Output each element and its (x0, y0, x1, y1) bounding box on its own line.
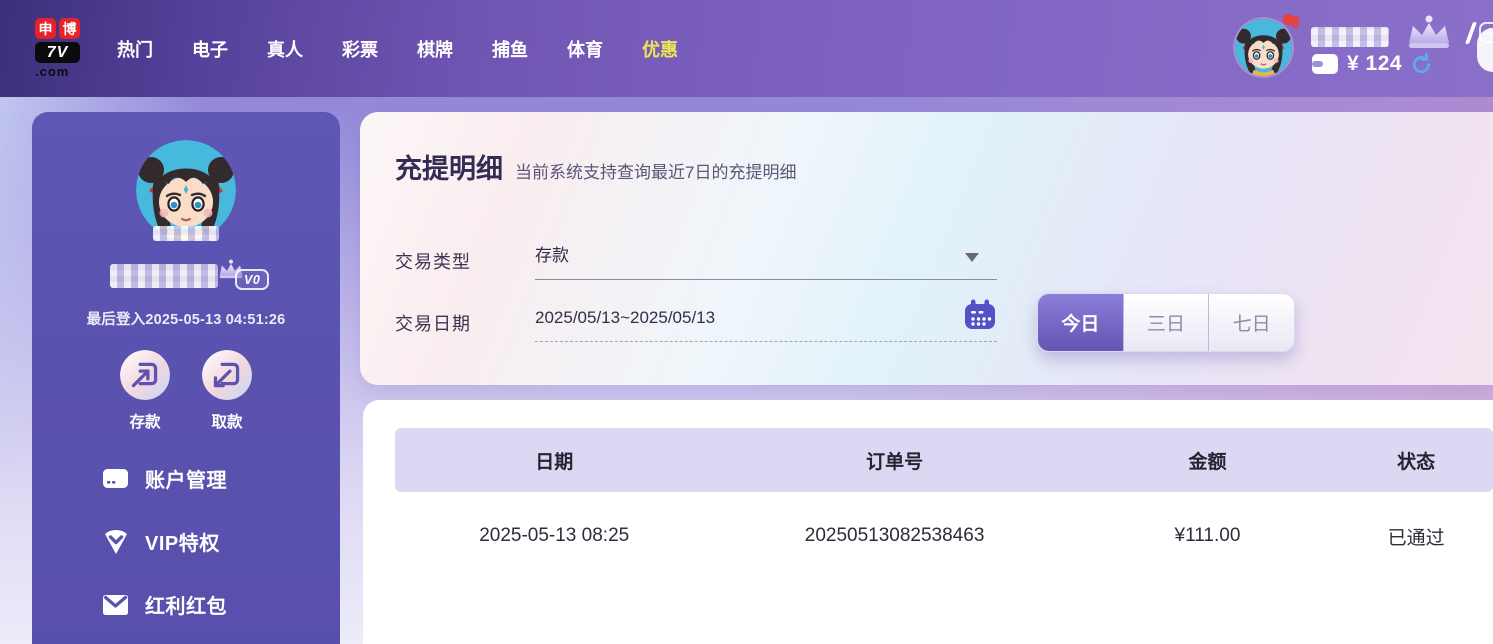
nav-item-live[interactable]: 真人 (267, 36, 303, 62)
sidebar-item-account-label: 账户管理 (145, 464, 227, 493)
balance-row: ¥ 124 (1311, 50, 1433, 78)
brand-tld: .com (35, 64, 113, 79)
nav-item-hot[interactable]: 热门 (117, 36, 153, 62)
balance-amount: ¥ 124 (1347, 52, 1402, 76)
transaction-type-label: 交易类型 (395, 248, 535, 274)
last-login-text: 最后登入2025-05-13 04:51:26 (32, 308, 340, 329)
sidebar-item-bonus-label: 红利红包 (145, 590, 227, 619)
sidebar-menu: 账户管理 VIP特权 红利红包 (102, 464, 227, 619)
cell-order-no: 20250513082538463 (713, 525, 1075, 547)
table-row: 2025-05-13 08:25 20250513082538463 ¥111.… (395, 492, 1493, 580)
sidebar-vip-level-badge: V0 (235, 269, 269, 290)
col-header-date: 日期 (395, 447, 713, 474)
sidebar-item-bonus[interactable]: 红利红包 (102, 590, 227, 619)
select-underline (535, 279, 997, 280)
cell-amount: ¥111.00 (1076, 525, 1340, 547)
withdraw-button[interactable]: 取款 (202, 350, 252, 432)
records-table-card: 日期 订单号 金额 状态 2025-05-13 08:25 2025051308… (363, 400, 1493, 644)
refresh-balance-button[interactable] (1410, 53, 1433, 76)
sidebar: V0 最后登入2025-05-13 04:51:26 存款 (32, 112, 340, 644)
transaction-type-row: 交易类型 存款 (395, 246, 997, 276)
transaction-date-value: 2025/05/13~2025/05/13 (535, 303, 997, 333)
date-range-button-group: 今日 三日 七日 (1037, 293, 1295, 352)
top-nav: 申 博 7V .com 热门 电子 真人 彩票 棋牌 捕鱼 体育 优惠 (0, 0, 1493, 97)
transaction-date-picker[interactable]: 2025/05/13~2025/05/13 (535, 303, 997, 343)
wallet-card-icon (102, 467, 129, 490)
col-header-order-no: 订单号 (713, 447, 1075, 474)
deposit-label: 存款 (129, 410, 160, 432)
sidebar-quick-actions: 存款 取款 (32, 350, 340, 432)
floating-widget-partial[interactable] (1477, 28, 1493, 72)
range-7day-button[interactable]: 七日 (1209, 294, 1294, 351)
page-header: 充提明细 当前系统支持查询最近7日的充提明细 (395, 147, 796, 186)
withdraw-label: 取款 (211, 410, 242, 432)
col-header-status: 状态 (1339, 447, 1493, 474)
username-redacted (1311, 27, 1389, 47)
table-header-row: 日期 订单号 金额 状态 (395, 428, 1493, 492)
nav-item-slots[interactable]: 电子 (192, 36, 228, 62)
brand-logo[interactable]: 申 博 7V .com (35, 18, 113, 79)
refresh-icon (1410, 53, 1433, 76)
sidebar-item-vip[interactable]: VIP特权 (102, 527, 227, 556)
sidebar-item-account[interactable]: 账户管理 (102, 464, 227, 493)
user-avatar[interactable] (1235, 19, 1292, 76)
cell-date: 2025-05-13 08:25 (395, 525, 713, 547)
header-user-cluster: V0 ¥ 124 (1193, 0, 1493, 97)
col-header-amount: 金额 (1076, 447, 1340, 474)
cell-status: 已通过 (1339, 523, 1493, 550)
main-nav: 热门 电子 真人 彩票 棋牌 捕鱼 体育 优惠 (117, 0, 678, 97)
sidebar-username-redacted (110, 264, 218, 288)
app-root: 申 博 7V .com 热门 电子 真人 彩票 棋牌 捕鱼 体育 优惠 (0, 0, 1493, 644)
red-packet-envelope-icon (102, 594, 129, 616)
nav-item-fishing[interactable]: 捕鱼 (492, 36, 528, 62)
vip-shield-icon (102, 529, 129, 555)
calendar-icon (963, 298, 997, 337)
page-title: 充提明细 (395, 147, 503, 186)
date-underline (535, 341, 997, 342)
nav-item-promos[interactable]: 优惠 (642, 36, 678, 62)
transaction-type-select[interactable]: 存款 (535, 241, 997, 281)
filter-card: 充提明细 当前系统支持查询最近7日的充提明细 交易类型 存款 交易日期 2025… (360, 112, 1493, 385)
notification-badge-icon (1292, 16, 1299, 28)
deposit-button[interactable]: 存款 (120, 350, 170, 432)
deposit-icon (120, 350, 170, 400)
transaction-date-label: 交易日期 (395, 310, 535, 336)
transaction-type-value: 存款 (535, 241, 997, 271)
transaction-date-row: 交易日期 2025/05/13~2025/05/13 (395, 308, 997, 338)
range-3day-button[interactable]: 三日 (1124, 294, 1210, 351)
vip-crown-icon (1395, 14, 1467, 50)
sidebar-avatar[interactable] (136, 140, 236, 240)
brand-badge-2: 博 (59, 18, 80, 39)
wallet-icon (1311, 53, 1339, 75)
withdraw-icon (202, 350, 252, 400)
nav-item-cards[interactable]: 棋牌 (417, 36, 453, 62)
nav-item-lottery[interactable]: 彩票 (342, 36, 378, 62)
nav-item-sports[interactable]: 体育 (567, 36, 603, 62)
sidebar-item-vip-label: VIP特权 (145, 527, 220, 556)
brand-badges: 申 博 (35, 18, 113, 39)
chevron-down-icon (965, 253, 979, 262)
page-subtitle: 当前系统支持查询最近7日的充提明细 (515, 158, 796, 183)
brand-badge-1: 申 (35, 18, 56, 39)
avatar-redacted-strip (153, 226, 219, 241)
brand-name: 7V (35, 42, 80, 63)
range-today-button[interactable]: 今日 (1038, 294, 1124, 351)
